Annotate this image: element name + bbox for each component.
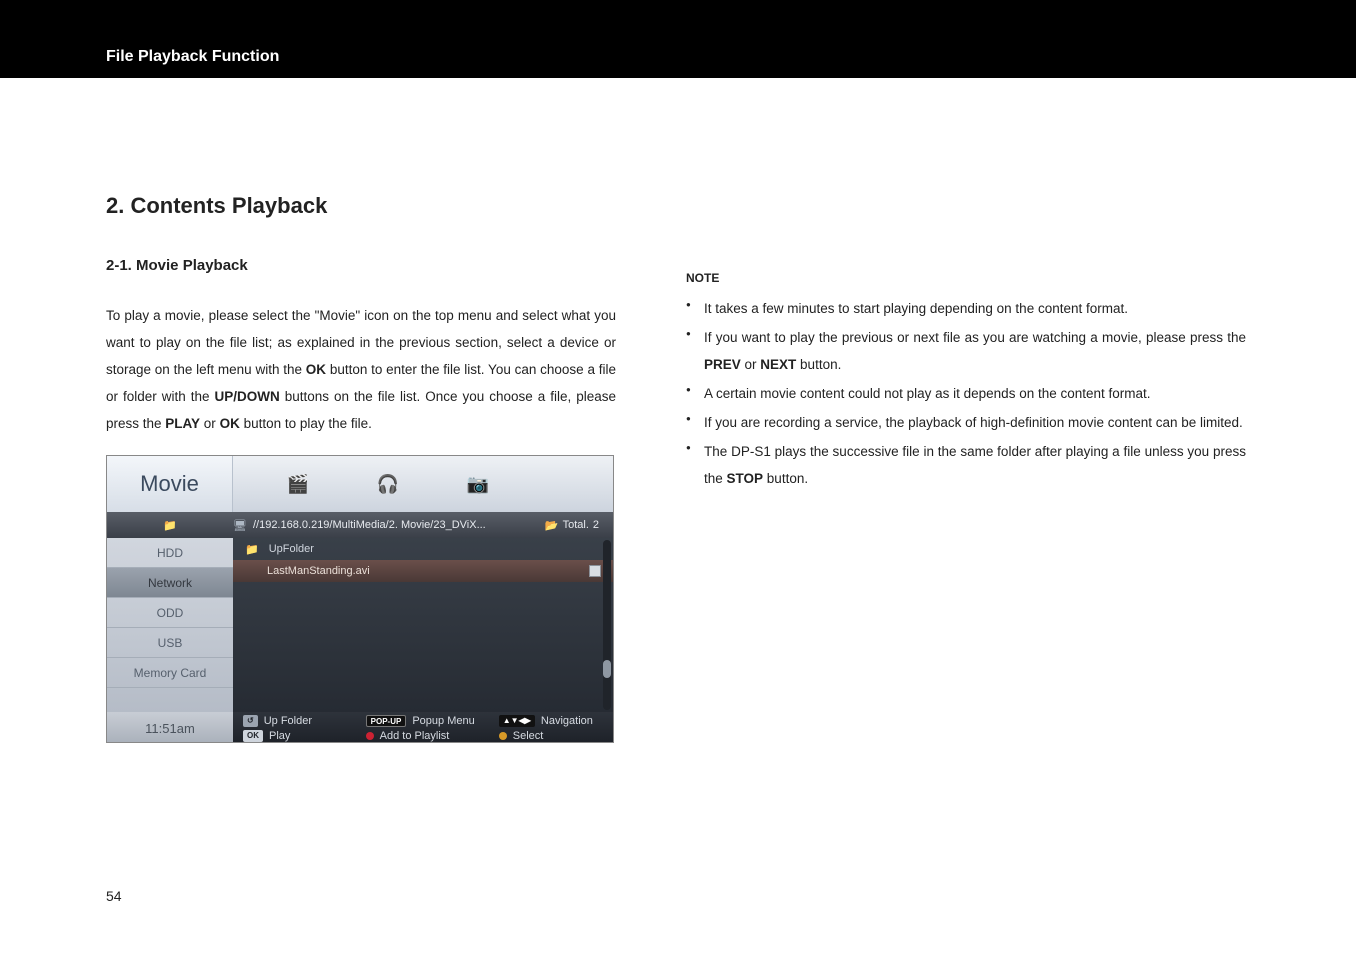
monitor-icon: 🖥 (233, 519, 247, 532)
section-subheading: 2-1. Movie Playback (106, 257, 616, 274)
note-segment: If you want to play the previous or next… (704, 330, 1246, 345)
note-item: The DP-S1 plays the successive file in t… (686, 438, 1246, 492)
headphones-icon[interactable]: 🎧 (371, 469, 405, 499)
note-item: A certain movie content could not play a… (686, 380, 1246, 407)
folder-icon: 📁 (245, 543, 259, 556)
return-key-icon: ↺ (243, 715, 258, 727)
para-seg-1: OK (306, 362, 326, 377)
file-name: LastManStanding.avi (267, 565, 579, 577)
clock: 11:51am (107, 712, 233, 743)
note-segment: STOP (727, 471, 764, 486)
ok-key-icon: OK (243, 730, 263, 742)
footer-hints: ↺ Up Folder POP-UP Popup Menu ▲▼◀▶ Navig… (233, 712, 613, 743)
screenshot-body: HDD Network ODD USB Memory Card 📁 UpFold… (107, 538, 613, 712)
popup-key-icon: POP-UP (366, 715, 407, 727)
note-segment: It takes a few minutes to start playing … (704, 301, 1128, 316)
nav-key-icon: ▲▼◀▶ (499, 715, 535, 727)
screenshot-sidebar: HDD Network ODD USB Memory Card (107, 538, 233, 712)
file-row-upfolder[interactable]: 📁 UpFolder (233, 538, 613, 560)
page-number: 54 (106, 888, 122, 904)
note-segment: button. (796, 357, 841, 372)
sidebar-item-hdd[interactable]: HDD (107, 538, 233, 568)
file-name: UpFolder (269, 543, 314, 555)
hint-popup-menu: POP-UP Popup Menu (366, 715, 491, 727)
sidebar-item-usb[interactable]: USB (107, 628, 233, 658)
para-seg-5: PLAY (165, 416, 200, 431)
note-list: It takes a few minutes to start playing … (686, 295, 1246, 492)
para-seg-8: button to play the file. (240, 416, 372, 431)
header-title: File Playback Function (106, 48, 279, 66)
path-device-badge: 📁 (107, 519, 233, 532)
screenshot-pathbar: 📁 🖥 //192.168.0.219/MultiMedia/2. Movie/… (107, 512, 613, 538)
note-segment: PREV (704, 357, 741, 372)
para-seg-6: or (200, 416, 220, 431)
section-heading: 2. Contents Playback (106, 193, 616, 219)
file-list-scrollbar[interactable] (603, 540, 611, 710)
hint-label: Navigation (541, 715, 593, 727)
para-seg-3: UP/DOWN (214, 389, 279, 404)
movie-playback-screenshot: Movie 🎬 🎧 📷 📁 🖥 //192.168.0.219/MultiMed… (106, 455, 614, 743)
para-seg-7: OK (220, 416, 240, 431)
hint-label: Add to Playlist (380, 730, 450, 742)
hint-label: Popup Menu (412, 715, 474, 727)
note-title: NOTE (686, 271, 1246, 285)
red-dot-icon (366, 732, 374, 740)
yellow-dot-icon (499, 732, 507, 740)
section-paragraph: To play a movie, please select the "Movi… (106, 302, 616, 437)
note-item: If you are recording a service, the play… (686, 409, 1246, 436)
sidebar-item-network[interactable]: Network (107, 568, 233, 598)
hint-label: Up Folder (264, 715, 312, 727)
file-row-selected[interactable]: LastManStanding.avi (233, 560, 613, 582)
scrollbar-thumb[interactable] (603, 660, 611, 678)
hint-select: Select (499, 730, 603, 742)
note-item: If you want to play the previous or next… (686, 324, 1246, 378)
right-column: NOTE It takes a few minutes to start pla… (686, 193, 1246, 743)
note-segment: or (741, 357, 761, 372)
file-checkbox[interactable] (589, 565, 601, 577)
breadcrumb-path: //192.168.0.219/MultiMedia/2. Movie/23_D… (253, 519, 486, 531)
note-segment: NEXT (760, 357, 796, 372)
sidebar-item-odd[interactable]: ODD (107, 598, 233, 628)
total-label: Total. (563, 519, 589, 531)
camera-icon[interactable]: 📷 (461, 469, 495, 499)
sidebar-item-memorycard[interactable]: Memory Card (107, 658, 233, 688)
folder-icon: 📂 (545, 519, 559, 532)
film-icon[interactable]: 🎬 (281, 469, 315, 499)
screenshot-topbar: Movie 🎬 🎧 📷 (107, 456, 613, 512)
hint-label: Play (269, 730, 290, 742)
file-list[interactable]: 📁 UpFolder LastManStanding.avi (233, 538, 613, 712)
hint-navigation: ▲▼◀▶ Navigation (499, 715, 603, 727)
screenshot-footer: 11:51am ↺ Up Folder POP-UP Popup Menu ▲▼… (107, 712, 613, 743)
total-value: 2 (593, 519, 599, 531)
left-column: 2. Contents Playback 2-1. Movie Playback… (106, 193, 616, 743)
movie-tab[interactable]: Movie (107, 456, 233, 512)
clock-time: 11:51am (145, 721, 195, 736)
hint-play: OK Play (243, 730, 358, 742)
hint-up-folder: ↺ Up Folder (243, 715, 358, 727)
top-icons-area: 🎬 🎧 📷 (233, 456, 613, 512)
note-segment: A certain movie content could not play a… (704, 386, 1151, 401)
folder-icon: 📁 (163, 519, 177, 532)
note-segment: button. (763, 471, 808, 486)
hint-add-playlist: Add to Playlist (366, 730, 491, 742)
hint-label: Select (513, 730, 544, 742)
note-segment: If you are recording a service, the play… (704, 415, 1243, 430)
note-item: It takes a few minutes to start playing … (686, 295, 1246, 322)
